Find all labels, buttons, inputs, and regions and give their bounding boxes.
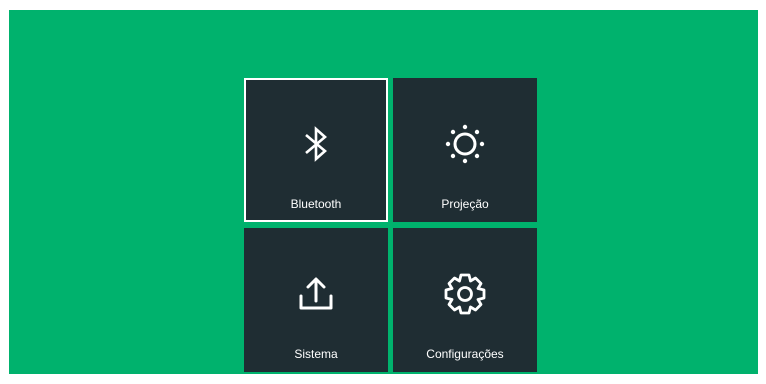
tile-projecao-label: Projeção [441,197,489,211]
tile-configuracoes[interactable]: Configurações [393,228,537,372]
tile-configuracoes-label: Configurações [426,347,504,361]
settings-menu-grid: Bluetooth Projeção Sistema Configurações [244,78,538,374]
tile-projecao[interactable]: Projeção [393,78,537,222]
brightness-icon [445,124,485,164]
tile-bluetooth[interactable]: Bluetooth [244,78,388,222]
tile-sistema-label: Sistema [294,347,338,361]
tile-sistema[interactable]: Sistema [244,228,388,372]
upload-icon [299,277,333,310]
tile-bluetooth-label: Bluetooth [290,197,342,211]
gear-icon [444,273,486,315]
launcher-screen: Bluetooth Projeção Sistema Configurações [9,10,758,374]
bluetooth-icon [305,126,327,162]
